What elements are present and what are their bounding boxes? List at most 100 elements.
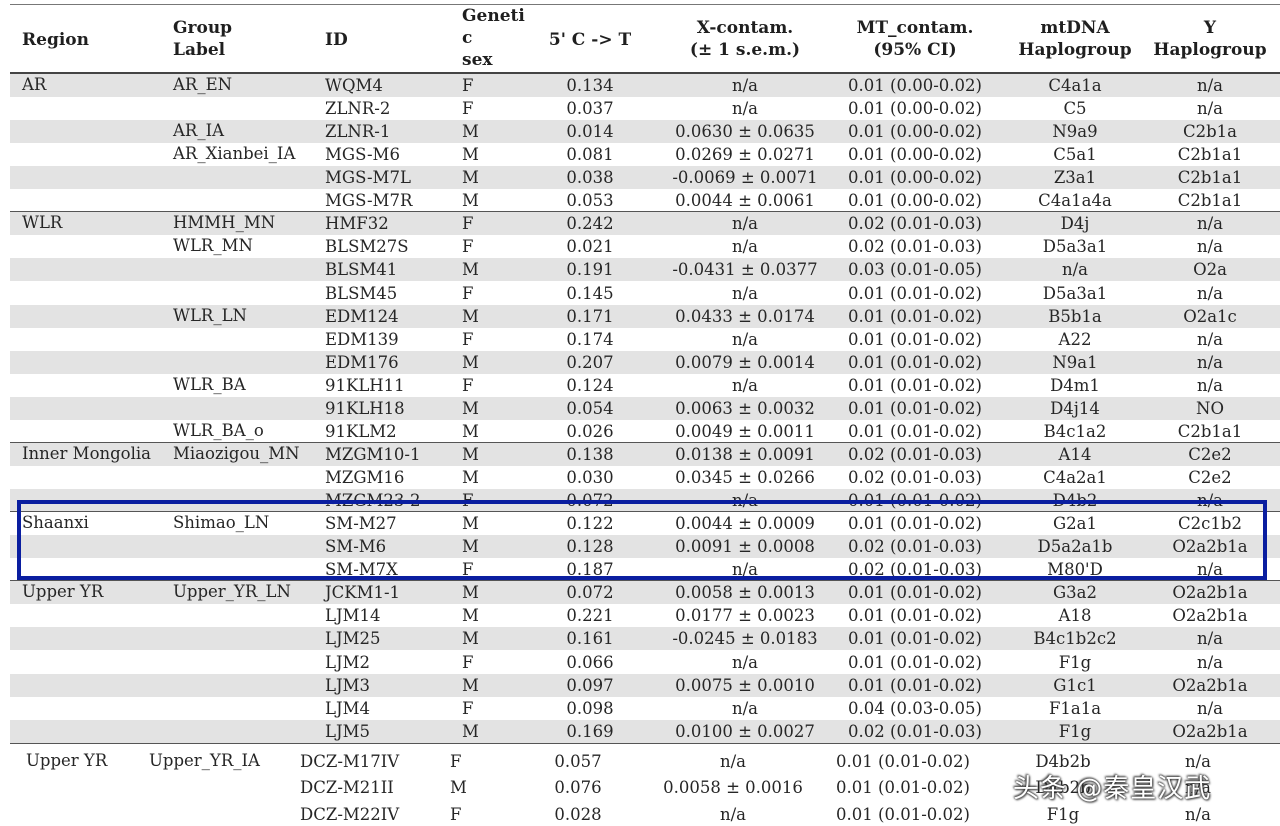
cell-mt: 0.01 (0.01-0.02) — [848, 398, 982, 418]
cell-id: LJM14 — [325, 606, 381, 626]
cell-ct: 0.138 — [566, 444, 614, 464]
cell-mtdna: D4m1 — [1050, 375, 1100, 395]
cell-mtdna: Z3a1 — [1053, 168, 1097, 188]
cell-mtdna: D4j — [1060, 214, 1090, 234]
cell-mt: 0.01 (0.01-0.02) — [836, 805, 970, 824]
cell-mtdna: F1g — [1046, 805, 1080, 824]
cell-y: n/a — [1196, 352, 1224, 372]
cell-x: n/a — [719, 752, 747, 771]
cell-sex: M — [462, 260, 479, 280]
cell-ct: 0.037 — [566, 99, 614, 119]
cell-ct: 0.030 — [566, 468, 614, 488]
cell-mtdna: F1g — [1058, 652, 1092, 672]
highlight-box — [17, 500, 1267, 580]
cell-mt: 0.01 (0.01-0.02) — [848, 421, 982, 441]
cell-mtdna: A18 — [1058, 606, 1092, 626]
cell-sex: F — [462, 652, 474, 672]
cell-id: MZGM16 — [325, 468, 405, 488]
cell-mtdna: G3a2 — [1052, 583, 1097, 603]
cell-mtdna: C5a1 — [1053, 145, 1097, 165]
header-group-label-line2: Label — [173, 40, 226, 60]
cell-x: 0.0044 ± 0.0061 — [675, 191, 815, 211]
cell-id: LJM4 — [325, 698, 370, 718]
header-y-line2: Haplogroup — [1153, 40, 1267, 60]
cell-id: BLSM45 — [325, 283, 398, 303]
cell-mtdna: F1a1a — [1048, 698, 1102, 718]
cell-id: JCKM1-1 — [325, 583, 401, 603]
cell-x: 0.0630 ± 0.0635 — [675, 122, 815, 142]
cell-ct: 0.066 — [566, 652, 614, 672]
cell-x: n/a — [731, 214, 759, 234]
cell-mtdna: D5a3a1 — [1042, 237, 1108, 257]
cell-y: C2e2 — [1188, 468, 1232, 488]
cell-ct: 0.191 — [566, 260, 614, 280]
group-label: WLR_BA — [173, 374, 246, 394]
cell-sex: F — [462, 76, 474, 95]
cell-x: -0.0431 ± 0.0377 — [672, 260, 818, 280]
cell-id: DCZ-M17IV — [300, 752, 400, 771]
cell-y: O2a2b1a — [1172, 583, 1248, 603]
cell-id: 91KLH11 — [325, 375, 405, 395]
cell-id: EDM124 — [325, 306, 399, 326]
cell-sex: F — [462, 99, 474, 119]
cell-id: DCZ-M21II — [300, 778, 394, 797]
cell-id: MGS-M6 — [325, 145, 400, 165]
cell-ct: 0.057 — [554, 752, 602, 771]
cell-ct: 0.134 — [566, 76, 614, 95]
cell-id: WQM4 — [325, 76, 383, 95]
cell-y: n/a — [1196, 329, 1224, 349]
cell-mtdna: N9a9 — [1052, 122, 1098, 142]
cell-mt: 0.01 (0.01-0.02) — [848, 329, 982, 349]
cell-mtdna: B4c1a2 — [1043, 421, 1107, 441]
cell-sex: M — [462, 606, 479, 626]
cell-sex: M — [462, 444, 479, 464]
cell-mtdna: G1c1 — [1053, 675, 1097, 695]
cell-y: O2a — [1193, 260, 1227, 280]
cell-mt: 0.01 (0.01-0.02) — [848, 306, 982, 326]
cell-x: 0.0063 ± 0.0032 — [675, 398, 815, 418]
cell-sex: M — [462, 306, 479, 326]
cell-y: C2b1a1 — [1177, 191, 1243, 211]
cell-mt: 0.01 (0.00-0.02) — [848, 145, 982, 165]
cell-id: LJM2 — [325, 652, 370, 672]
cell-x: n/a — [731, 237, 759, 257]
header-sex-line1: Geneti — [462, 6, 525, 26]
group-label: Upper_YR_IA — [149, 751, 260, 770]
cell-ct: 0.242 — [566, 214, 614, 234]
cell-ct: 0.054 — [566, 398, 614, 418]
cell-x: 0.0177 ± 0.0023 — [675, 606, 815, 626]
cell-ct: 0.169 — [566, 721, 614, 741]
cell-mt: 0.01 (0.01-0.02) — [848, 652, 982, 672]
cell-ct: 0.053 — [566, 191, 614, 211]
cell-y: O2a2b1a — [1172, 721, 1248, 741]
cell-sex: M — [462, 122, 479, 142]
group-label: WLR_BA_o — [173, 420, 264, 440]
cell-y: n/a — [1196, 237, 1224, 257]
cell-x: 0.0100 ± 0.0027 — [675, 721, 815, 741]
cell-mt: 0.02 (0.01-0.03) — [848, 721, 982, 741]
cell-ct: 0.145 — [566, 283, 614, 303]
cell-sex: M — [462, 398, 479, 418]
cell-sex: F — [462, 283, 474, 303]
cell-id: 91KLM2 — [325, 421, 397, 441]
cell-sex: M — [462, 145, 479, 165]
cell-ct: 0.124 — [566, 375, 614, 395]
cell-ct: 0.021 — [566, 237, 614, 257]
cell-sex: M — [462, 629, 479, 649]
cell-x: 0.0058 ± 0.0013 — [675, 583, 815, 603]
cell-id: 91KLH18 — [325, 398, 405, 418]
cell-sex: F — [450, 752, 462, 771]
cell-mt: 0.01 (0.01-0.02) — [836, 752, 970, 771]
cell-mtdna: N9a1 — [1052, 352, 1098, 372]
cell-mtdna: C4a2a1 — [1043, 468, 1107, 488]
cell-x: n/a — [731, 698, 759, 718]
cell-id: LJM25 — [325, 629, 381, 649]
cell-ct: 0.207 — [566, 352, 614, 372]
cell-ct: 0.098 — [566, 698, 614, 718]
cell-id: DCZ-M22IV — [300, 805, 400, 824]
header-group-label-line1: Group — [173, 18, 233, 38]
cell-sex: M — [462, 583, 479, 603]
cell-mt: 0.01 (0.01-0.02) — [848, 675, 982, 695]
cell-sex: F — [462, 214, 474, 234]
cell-id: LJM3 — [325, 675, 370, 695]
